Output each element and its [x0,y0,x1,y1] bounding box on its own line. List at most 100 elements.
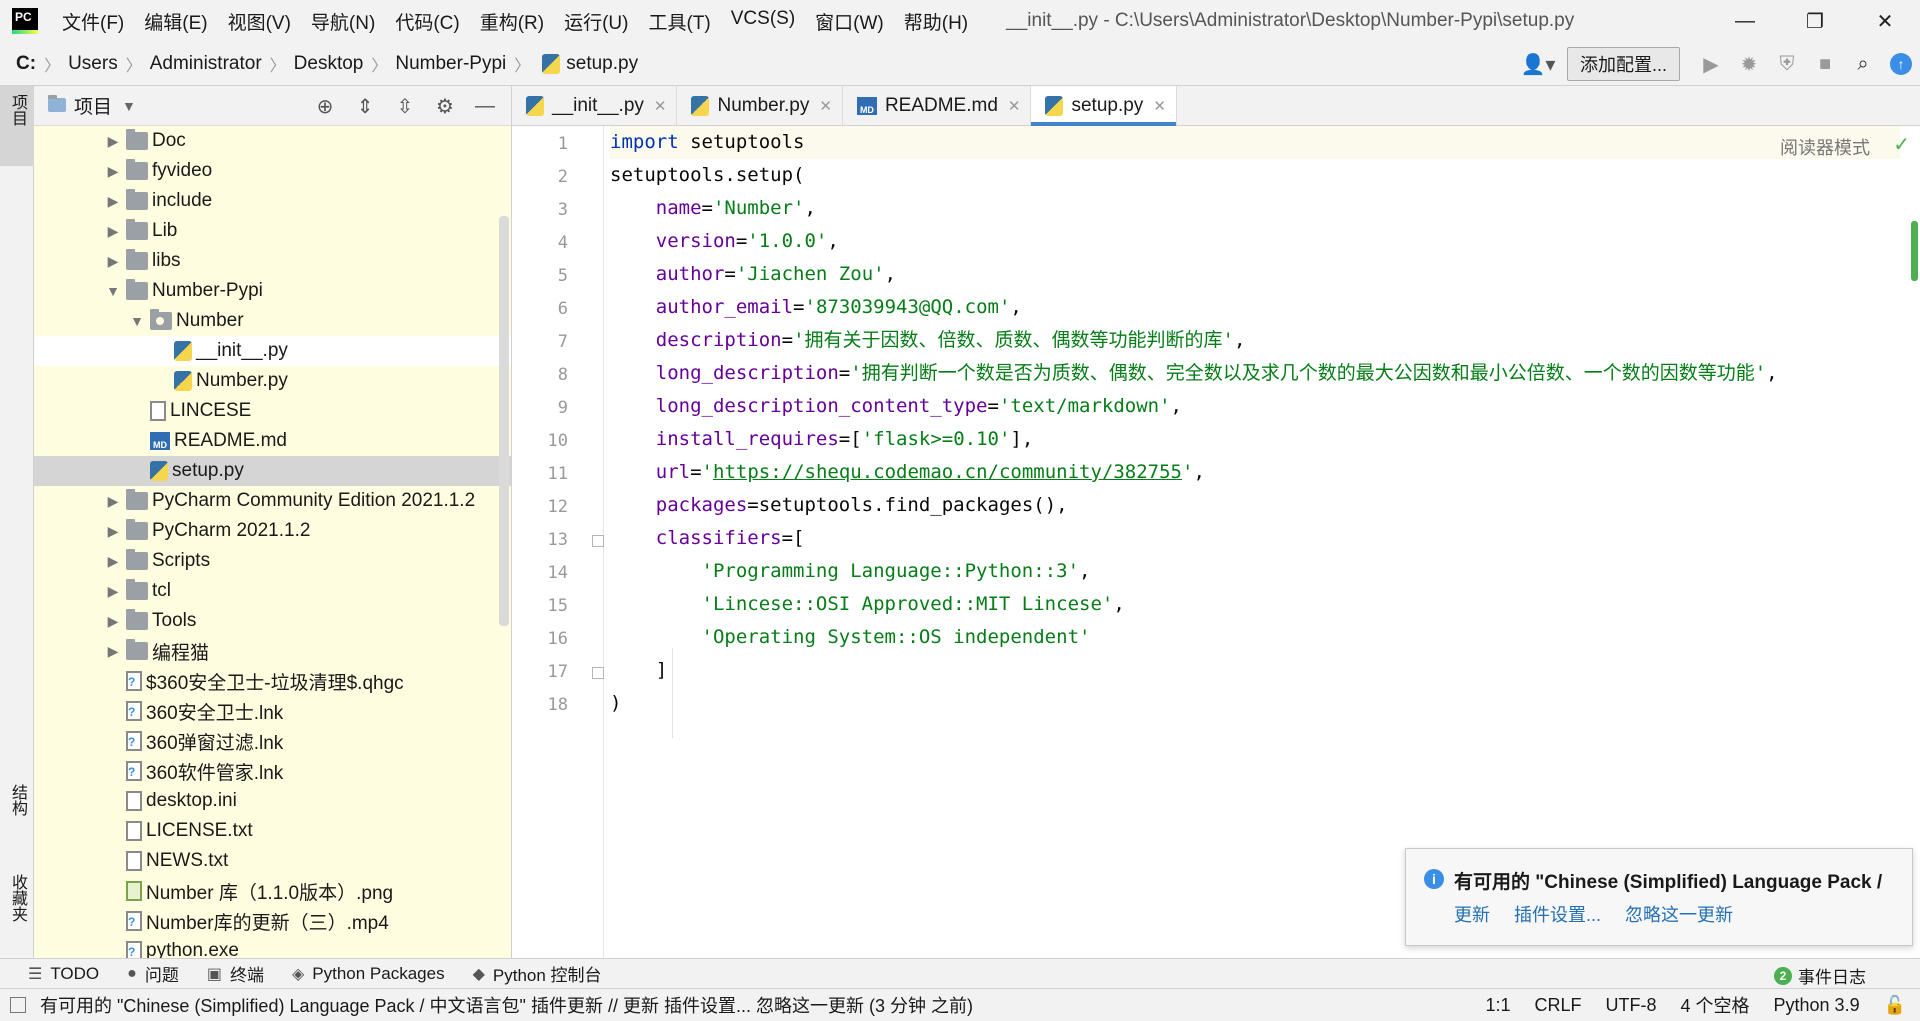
tree-item[interactable]: ▶ libs [34,246,511,276]
tree-item[interactable]: ▼ Number [34,306,511,336]
editor-tab[interactable]: Number.py ✕ [677,86,843,125]
tree-item[interactable]: ? 360弹窗过滤.lnk [34,726,511,756]
expand-all-icon[interactable]: ⇕ [345,94,385,119]
tree-item[interactable]: Number.py [34,366,511,396]
breadcrumb-item[interactable]: C: [16,53,36,75]
reader-mode-button[interactable]: 阅读器模式 [1780,134,1870,160]
tree-item[interactable]: ▶ PyCharm Community Edition 2021.1.2 [34,486,511,516]
fold-marker-icon[interactable] [592,667,604,679]
menu-item[interactable]: 代码(C) [385,8,469,35]
line-ending[interactable]: CRLF [1534,995,1581,1016]
menu-item[interactable]: 运行(U) [554,8,638,35]
close-tab-icon[interactable]: ✕ [654,97,667,115]
project-scrollbar[interactable] [499,216,509,626]
code-line[interactable]: 'Operating System::OS independent' [610,621,1900,654]
menu-item[interactable]: VCS(S) [721,8,805,35]
chevron-right-icon[interactable]: ▶ [104,493,122,510]
editor-tab[interactable]: setup.py ✕ [1031,86,1177,126]
close-tab-icon[interactable]: ✕ [1008,97,1021,115]
editor-tab[interactable]: __init__.py ✕ [512,86,678,125]
tool-window-button[interactable]: ☰ TODO [28,964,99,984]
close-icon[interactable]: ✕ [1850,0,1920,42]
tree-item[interactable]: ▶ Lib [34,216,511,246]
chevron-right-icon[interactable]: ▶ [104,613,122,630]
menu-item[interactable]: 视图(V) [218,8,301,35]
tool-window-button[interactable]: ▣ 终端 [207,961,264,986]
tree-item[interactable]: ▶ 编程猫 [34,636,511,666]
menu-item[interactable]: 编辑(E) [134,8,217,35]
code-line[interactable]: classifiers=[ [610,522,1900,555]
breadcrumb-item[interactable]: Administrator [150,53,262,75]
tree-item[interactable]: ▼ Number-Pypi [34,276,511,306]
code-line[interactable]: 'Programming Language::Python::3', [610,555,1900,588]
debug-icon[interactable]: ✹ [1730,42,1768,86]
code-line[interactable]: long_description='拥有判断一个数是否为质数、偶数、完全数以及求… [610,357,1900,390]
favorites-tool-tab[interactable]: 收藏夹 [0,866,34,956]
chevron-right-icon[interactable]: ▶ [104,523,122,540]
chevron-right-icon[interactable]: ▶ [104,163,122,180]
tree-item[interactable]: ▶ tcl [34,576,511,606]
update-icon[interactable]: ↑ [1882,42,1920,86]
editor-scroll-marker[interactable] [1911,221,1918,281]
chevron-right-icon[interactable]: ▶ [104,253,122,270]
tool-window-toggle-icon[interactable] [10,997,26,1013]
lock-icon[interactable]: 🔓 [1884,995,1906,1016]
tool-window-button[interactable]: ◆ Python 控制台 [473,961,602,986]
code-line[interactable]: url='https://shequ.codemao.cn/community/… [610,456,1900,489]
chevron-right-icon[interactable]: ▶ [104,223,122,240]
chevron-down-icon[interactable]: ▼ [128,313,146,329]
minimize-icon[interactable]: — [1710,0,1780,42]
chevron-right-icon[interactable]: ▶ [104,133,122,150]
code-line[interactable]: install_requires=['flask>=0.10'], [610,423,1900,456]
collapse-all-icon[interactable]: ⇳ [385,94,425,119]
code-line[interactable]: packages=setuptools.find_packages(), [610,489,1900,522]
status-message[interactable]: 有可用的 "Chinese (Simplified) Language Pack… [40,992,973,1018]
code-line[interactable]: setuptools.setup( [610,159,1900,192]
tree-item[interactable]: setup.py [34,456,511,486]
close-tab-icon[interactable]: ✕ [819,97,832,115]
project-panel-title[interactable]: 项目 [74,92,112,119]
tool-window-button[interactable]: ◈ Python Packages [292,964,445,984]
code-line[interactable]: ] [610,654,1900,687]
code-line[interactable]: ) [610,687,1900,720]
tree-item[interactable]: LINCESE [34,396,511,426]
tree-item[interactable]: ▶ PyCharm 2021.1.2 [34,516,511,546]
code-line[interactable]: name='Number', [610,192,1900,225]
code-line[interactable]: version='1.0.0', [610,225,1900,258]
editor-tab[interactable]: MD README.md ✕ [843,86,1032,125]
gear-icon[interactable]: ⚙ [425,94,465,119]
tree-item[interactable]: ▶ fyvideo [34,156,511,186]
tree-item[interactable]: ? 360软件管家.lnk [34,756,511,786]
tree-item[interactable]: NEWS.txt [34,846,511,876]
code-line[interactable]: 'Lincese::OSI Approved::MIT Lincese', [610,588,1900,621]
chevron-right-icon[interactable]: ▶ [104,553,122,570]
hide-icon[interactable]: — [465,95,505,118]
notification-link[interactable]: 忽略这一更新 [1625,901,1733,927]
chevron-right-icon[interactable]: ▶ [104,583,122,600]
restore-icon[interactable]: ❐ [1780,0,1850,42]
chevron-down-icon[interactable]: ▼ [104,283,122,299]
breadcrumb-item[interactable]: setup.py [566,53,638,75]
code-line[interactable]: import setuptools [610,126,1900,159]
tree-item[interactable]: ? 360安全卫士.lnk [34,696,511,726]
indent-setting[interactable]: 4 个空格 [1681,992,1750,1018]
code-line[interactable]: author='Jiachen Zou', [610,258,1900,291]
tool-window-button[interactable]: ● 问题 [127,961,179,986]
close-tab-icon[interactable]: ✕ [1153,97,1166,115]
notification-link[interactable]: 插件设置... [1514,901,1601,927]
tree-item[interactable]: ▶ Doc [34,126,511,156]
user-icon[interactable]: 👤▾ [1519,42,1557,86]
inspection-ok-icon[interactable]: ✓ [1893,132,1910,157]
tree-item[interactable]: ? Number库的更新（三）.mp4 [34,906,511,936]
structure-tool-tab[interactable]: 结构 [0,776,34,846]
notification-link[interactable]: 更新 [1454,901,1490,927]
add-configuration-button[interactable]: 添加配置... [1566,47,1680,81]
caret-position[interactable]: 1:1 [1485,995,1510,1016]
file-encoding[interactable]: UTF-8 [1606,995,1657,1016]
tree-item[interactable]: __init__.py [34,336,511,366]
chevron-down-icon[interactable]: ▼ [122,98,136,114]
menu-item[interactable]: 导航(N) [301,8,385,35]
menu-item[interactable]: 工具(T) [638,8,720,35]
tree-item[interactable]: ? $360安全卫士-垃圾清理$.qhgc [34,666,511,696]
run-icon[interactable]: ▶ [1692,42,1730,86]
